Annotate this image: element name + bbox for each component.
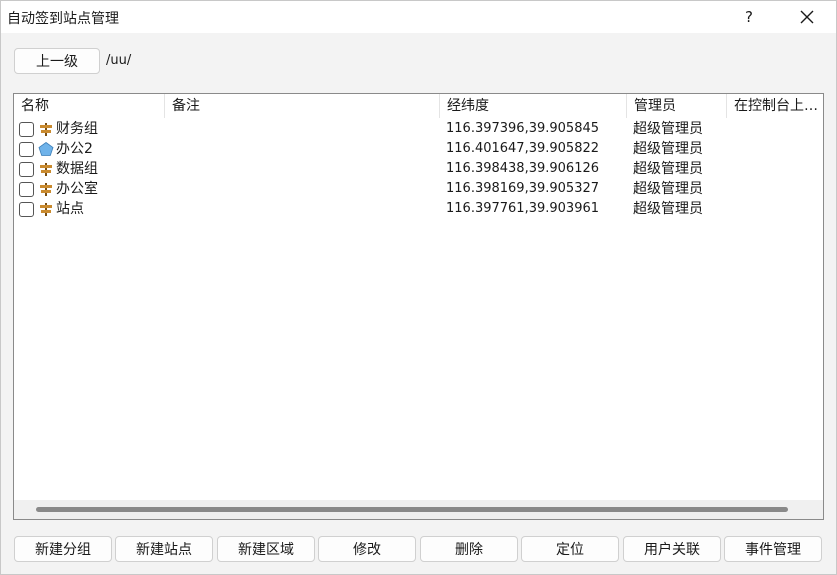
locate-button[interactable]: 定位 bbox=[521, 536, 619, 562]
row-checkbox[interactable] bbox=[19, 182, 34, 197]
new-group-button[interactable]: 新建分组 bbox=[14, 536, 112, 562]
list-row[interactable]: 站点 116.397761,39.903961 超级管理员 bbox=[14, 199, 823, 219]
new-site-button[interactable]: 新建站点 bbox=[115, 536, 213, 562]
group-signpost-icon bbox=[40, 163, 52, 176]
list-row[interactable]: 办公2 116.401647,39.905822 超级管理员 bbox=[14, 139, 823, 159]
row-checkbox[interactable] bbox=[19, 162, 34, 177]
column-header-console[interactable]: 在控制台上… bbox=[727, 94, 823, 118]
row-admin: 超级管理员 bbox=[633, 161, 703, 177]
edit-button[interactable]: 修改 bbox=[318, 536, 416, 562]
title-bar: 自动签到站点管理 ? bbox=[1, 1, 836, 33]
row-checkbox[interactable] bbox=[19, 122, 34, 137]
row-admin: 超级管理员 bbox=[633, 181, 703, 197]
column-header-admin[interactable]: 管理员 bbox=[627, 94, 727, 118]
group-signpost-icon bbox=[40, 203, 52, 216]
delete-button[interactable]: 删除 bbox=[420, 536, 518, 562]
row-name: 站点 bbox=[56, 201, 84, 217]
list-row[interactable]: 数据组 116.398438,39.906126 超级管理员 bbox=[14, 159, 823, 179]
area-pentagon-icon bbox=[38, 142, 54, 156]
current-path: /uu/ bbox=[106, 53, 132, 68]
group-signpost-icon bbox=[40, 123, 52, 136]
event-manage-button[interactable]: 事件管理 bbox=[724, 536, 822, 562]
list-row[interactable]: 财务组 116.397396,39.905845 超级管理员 bbox=[14, 119, 823, 139]
up-level-button[interactable]: 上一级 bbox=[14, 48, 100, 74]
row-name: 办公室 bbox=[56, 181, 98, 197]
group-signpost-icon bbox=[40, 183, 52, 196]
row-name: 数据组 bbox=[56, 161, 98, 177]
close-icon bbox=[800, 10, 814, 24]
column-header-name[interactable]: 名称 bbox=[14, 94, 165, 118]
row-name: 办公2 bbox=[56, 141, 93, 157]
row-admin: 超级管理员 bbox=[633, 141, 703, 157]
column-header-remark[interactable]: 备注 bbox=[165, 94, 440, 118]
row-coords: 116.397396,39.905845 bbox=[446, 121, 600, 136]
horizontal-scrollbar[interactable] bbox=[14, 500, 823, 519]
row-coords: 116.397761,39.903961 bbox=[446, 201, 600, 216]
row-name: 财务组 bbox=[56, 121, 98, 137]
scrollbar-thumb[interactable] bbox=[36, 507, 788, 512]
new-area-button[interactable]: 新建区域 bbox=[217, 536, 315, 562]
close-button[interactable] bbox=[789, 1, 825, 33]
user-link-button[interactable]: 用户关联 bbox=[623, 536, 721, 562]
row-admin: 超级管理员 bbox=[633, 121, 703, 137]
row-coords: 116.398169,39.905327 bbox=[446, 181, 600, 196]
row-checkbox[interactable] bbox=[19, 202, 34, 217]
row-checkbox[interactable] bbox=[19, 142, 34, 157]
site-list[interactable]: 名称 备注 经纬度 管理员 在控制台上… 财务组 116.397396,39.9… bbox=[13, 93, 824, 520]
list-row[interactable]: 办公室 116.398169,39.905327 超级管理员 bbox=[14, 179, 823, 199]
help-button[interactable]: ? bbox=[731, 1, 767, 33]
row-coords: 116.401647,39.905822 bbox=[446, 141, 600, 156]
site-manager-dialog: 自动签到站点管理 ? 上一级 /uu/ 名称 备注 经纬度 管理员 在控制台上…… bbox=[0, 0, 837, 575]
row-admin: 超级管理员 bbox=[633, 201, 703, 217]
list-header: 名称 备注 经纬度 管理员 在控制台上… bbox=[14, 94, 823, 118]
row-coords: 116.398438,39.906126 bbox=[446, 161, 600, 176]
window-title: 自动签到站点管理 bbox=[7, 11, 119, 27]
column-header-coords[interactable]: 经纬度 bbox=[440, 94, 627, 118]
